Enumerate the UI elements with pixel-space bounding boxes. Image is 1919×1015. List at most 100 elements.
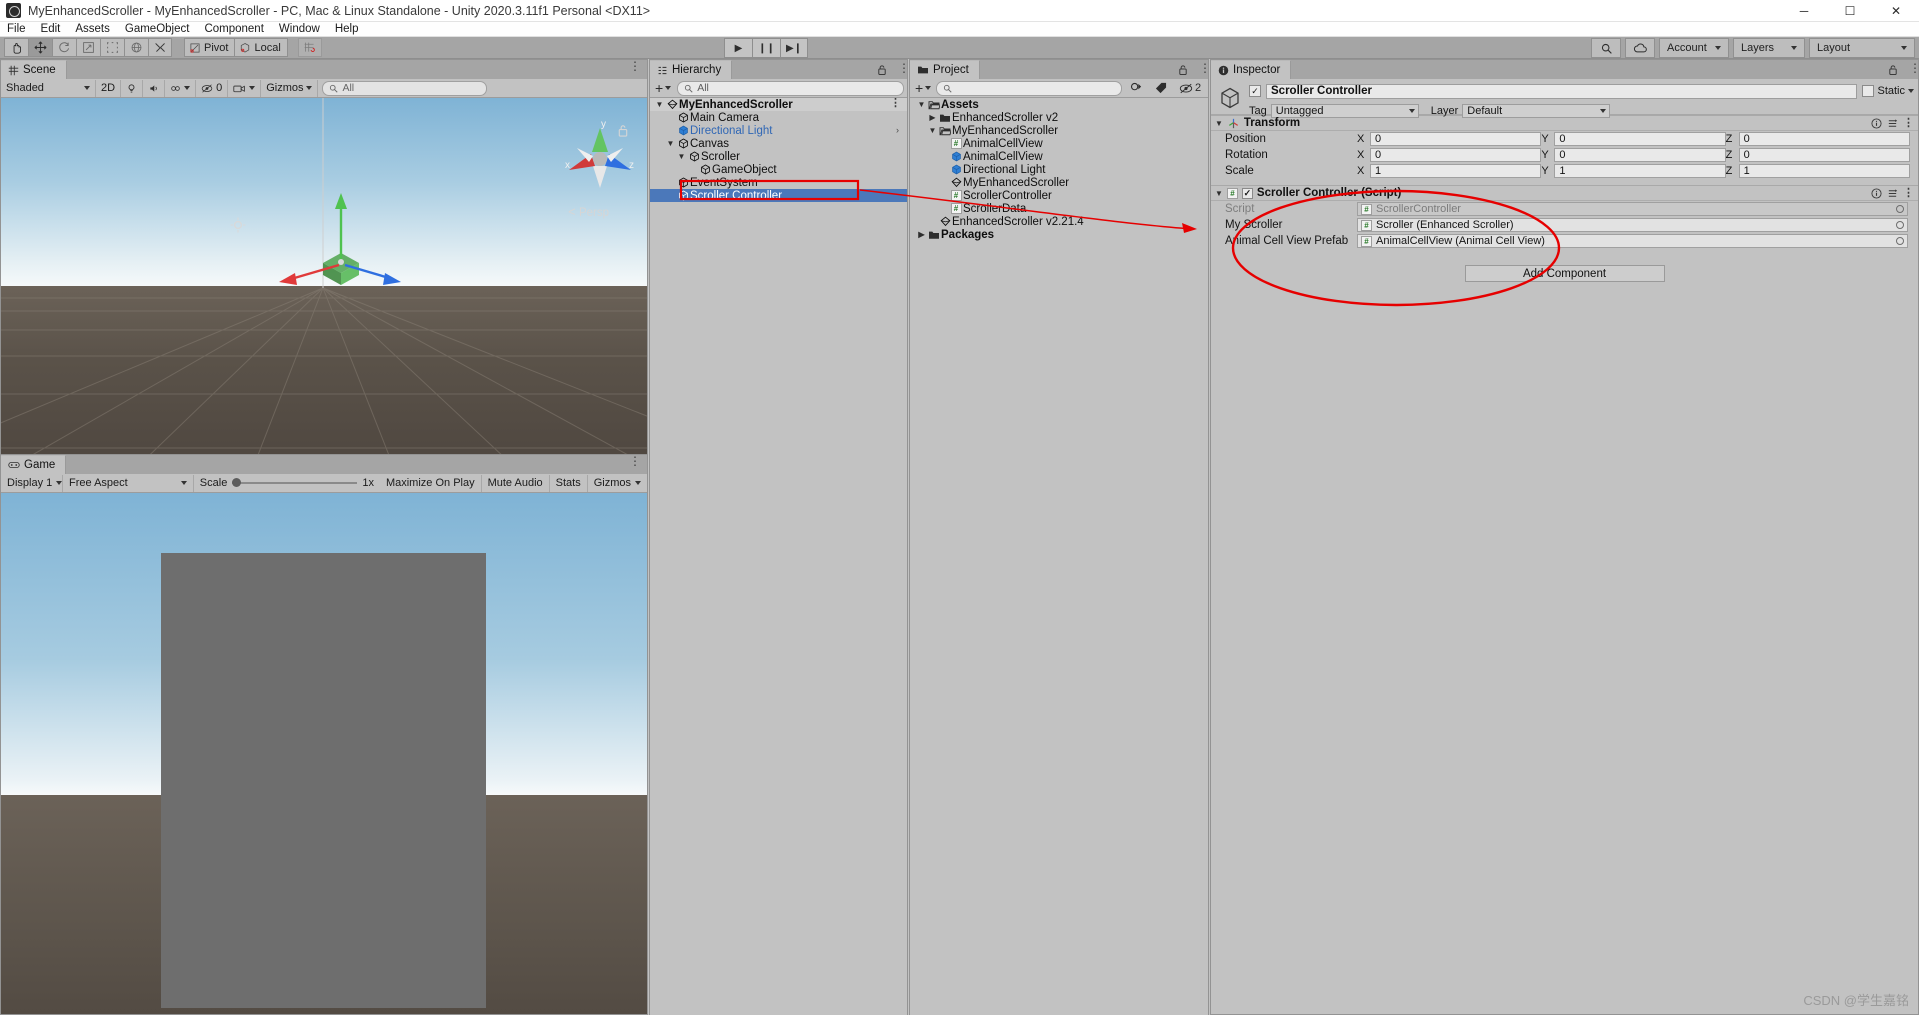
hierarchy-item-myenhancedscroller[interactable]: ▼ MyEnhancedScroller ⋮	[650, 98, 907, 111]
pivot-toggle[interactable]: Pivot	[184, 38, 235, 57]
project-item-myenhancedscroller[interactable]: ▼ MyEnhancedScroller	[910, 124, 1208, 137]
transform-rotation-z-input[interactable]: 0	[1738, 148, 1910, 162]
foldout-closed-icon[interactable]: ▶	[927, 113, 938, 122]
menu-window[interactable]: Window	[279, 22, 328, 37]
play-button[interactable]: ▶	[724, 38, 752, 58]
display-dropdown[interactable]: Display 1	[1, 474, 63, 492]
project-filter-type-icon[interactable]	[1125, 80, 1147, 96]
tag-dropdown[interactable]: Untagged	[1270, 103, 1419, 118]
hierarchy-item-directional-light[interactable]: Directional Light ›	[650, 124, 907, 137]
transform-scale-x-input[interactable]: 1	[1370, 164, 1542, 178]
layers-dropdown[interactable]: Layers	[1733, 38, 1805, 58]
search-collab-icon[interactable]	[1591, 38, 1621, 58]
prefab-open-chevron-icon[interactable]: ›	[896, 124, 899, 137]
visibility-count[interactable]: 0	[196, 79, 229, 97]
hierarchy-add-button[interactable]: +	[653, 80, 673, 96]
close-button[interactable]: ✕	[1873, 0, 1919, 22]
object-enabled-checkbox[interactable]: ✓	[1249, 85, 1261, 97]
object-reference-field[interactable]: # Scroller (Enhanced Scroller)	[1357, 218, 1908, 232]
script-component-header[interactable]: ▼ # ✓ Scroller Controller (Script) ⋮	[1211, 185, 1918, 201]
local-toggle[interactable]: Local	[234, 38, 288, 57]
static-toggle[interactable]: Static	[1862, 85, 1914, 97]
gizmos-dropdown[interactable]: Gizmos	[261, 79, 319, 97]
transform-rotation-y-input[interactable]: 0	[1554, 148, 1726, 162]
transform-tool-icon[interactable]	[124, 38, 148, 57]
foldout-open-icon[interactable]: ▼	[665, 139, 676, 148]
stats-toggle[interactable]: Stats	[550, 474, 588, 492]
custom-tool-icon[interactable]	[148, 38, 172, 57]
scale-slider-knob[interactable]	[232, 478, 242, 487]
game-gizmos-dropdown[interactable]: Gizmos	[588, 475, 647, 492]
transform-scale-y-input[interactable]: 1	[1554, 164, 1726, 178]
rotate-tool-icon[interactable]	[52, 38, 76, 57]
add-component-button[interactable]: Add Component	[1464, 265, 1665, 282]
project-item-animalcellview[interactable]: AnimalCellView	[910, 150, 1208, 163]
transform-scale-z-input[interactable]: 1	[1738, 164, 1910, 178]
transform-header-icons[interactable]: ⋮	[1871, 118, 1914, 129]
scene-lock-icon[interactable]	[617, 124, 629, 140]
menu-edit[interactable]: Edit	[41, 22, 69, 37]
script-enabled-checkbox[interactable]: ✓	[1241, 187, 1253, 199]
scene-viewport[interactable]: x z y < Persp	[1, 98, 647, 473]
object-picker-icon[interactable]	[1896, 237, 1904, 245]
menu-file[interactable]: File	[7, 22, 34, 37]
foldout-open-icon[interactable]: ▼	[676, 152, 687, 161]
move-tool-icon[interactable]	[28, 38, 52, 57]
tab-inspector[interactable]: Inspector	[1211, 60, 1292, 79]
hierarchy-item-canvas[interactable]: ▼ Canvas	[650, 137, 907, 150]
project-filter-label-icon[interactable]	[1150, 80, 1172, 96]
layer-dropdown[interactable]: Default	[1462, 103, 1611, 118]
menu-assets[interactable]: Assets	[75, 22, 118, 37]
scale-slider-track[interactable]	[232, 478, 358, 487]
scene-camera-dropdown[interactable]	[228, 79, 262, 97]
scale-tool-icon[interactable]	[76, 38, 100, 57]
transform-position-x-input[interactable]: 0	[1370, 132, 1542, 146]
hierarchy-row-menu-icon[interactable]: ⋮	[890, 98, 901, 109]
tab-hierarchy[interactable]: Hierarchy	[650, 60, 733, 79]
project-item-scrollercontroller[interactable]: # ScrollerController	[910, 189, 1208, 202]
hierarchy-panel-menu-icon[interactable]: ⋮	[898, 62, 910, 74]
mute-audio-toggle[interactable]: Mute Audio	[482, 474, 550, 492]
menu-help[interactable]: Help	[335, 22, 367, 37]
hierarchy-item-scroller[interactable]: ▼ Scroller	[650, 150, 907, 163]
object-reference-field[interactable]: # AnimalCellView (Animal Cell View)	[1357, 234, 1908, 248]
minimize-button[interactable]: ─	[1781, 0, 1827, 22]
inspector-panel-menu-icon[interactable]: ⋮	[1909, 62, 1919, 74]
foldout-arrow-icon[interactable]: ▼	[1215, 189, 1223, 198]
tab-project[interactable]: Project	[910, 60, 980, 79]
project-item-enhancedscroller-v2[interactable]: ▶ EnhancedScroller v2	[910, 111, 1208, 124]
hierarchy-search-input[interactable]: All	[677, 80, 904, 96]
object-name-input[interactable]: Scroller Controller	[1266, 83, 1858, 99]
project-add-button[interactable]: +	[913, 80, 933, 96]
foldout-open-icon[interactable]: ▼	[927, 126, 938, 135]
transform-gizmo[interactable]	[271, 183, 411, 313]
menu-gameobject[interactable]: GameObject	[125, 22, 198, 37]
project-item-scrollerdata[interactable]: # ScrollerData	[910, 202, 1208, 215]
project-item-myenhancedscroller[interactable]: MyEnhancedScroller	[910, 176, 1208, 189]
project-item-assets[interactable]: ▼ Assets	[910, 98, 1208, 111]
grid-snap-icon[interactable]	[297, 38, 322, 57]
project-item-directional-light[interactable]: Directional Light	[910, 163, 1208, 176]
maximize-on-play-toggle[interactable]: Maximize On Play	[380, 474, 482, 492]
lighting-toggle-icon[interactable]	[121, 79, 144, 97]
cloud-icon[interactable]	[1625, 38, 1655, 58]
fx-dropdown[interactable]	[165, 79, 197, 97]
project-lock-icon[interactable]	[1178, 64, 1188, 78]
perspective-label[interactable]: < Persp	[568, 204, 609, 219]
transform-position-z-input[interactable]: 0	[1738, 132, 1910, 146]
scene-search-input[interactable]: All	[322, 80, 488, 96]
hierarchy-item-eventsystem[interactable]: EventSystem	[650, 176, 907, 189]
project-item-packages[interactable]: ▶ Packages	[910, 228, 1208, 241]
object-picker-icon[interactable]	[1896, 221, 1904, 229]
project-hidden-packages[interactable]: 2	[1175, 80, 1205, 96]
game-viewport[interactable]	[1, 493, 647, 1014]
foldout-closed-icon[interactable]: ▶	[916, 230, 927, 239]
scene-panel-menu-icon[interactable]: ⋮	[629, 60, 641, 72]
layout-dropdown[interactable]: Layout	[1809, 38, 1915, 58]
hierarchy-item-gameobject[interactable]: GameObject	[650, 163, 907, 176]
foldout-open-icon[interactable]: ▼	[916, 100, 927, 109]
tab-game[interactable]: Game	[1, 455, 67, 474]
maximize-button[interactable]: ☐	[1827, 0, 1873, 22]
script-header-icons[interactable]: ⋮	[1871, 188, 1914, 199]
scale-slider[interactable]: Scale 1x	[194, 477, 380, 489]
